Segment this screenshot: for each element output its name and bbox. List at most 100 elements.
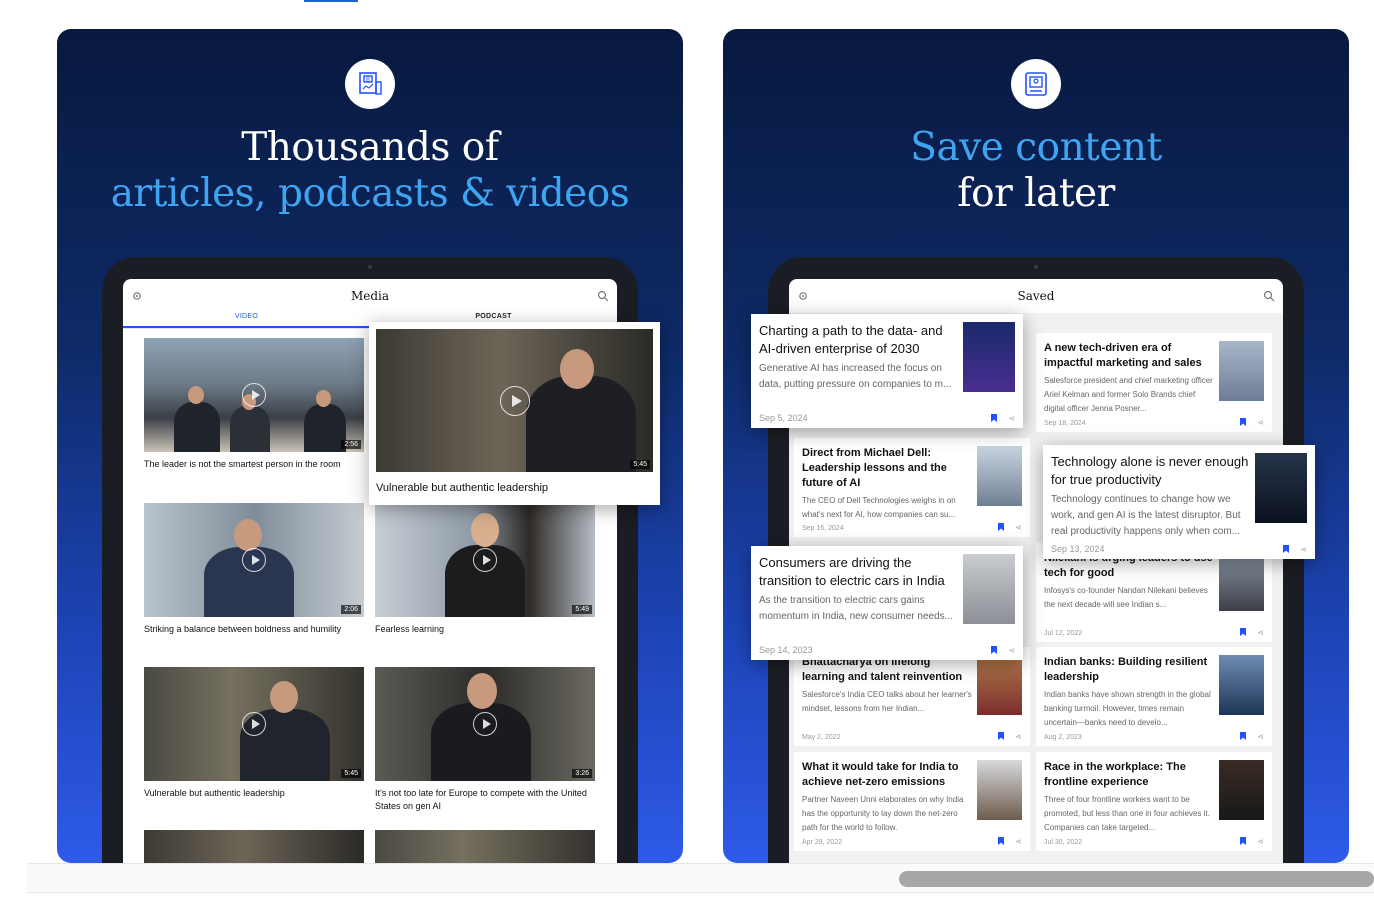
article-date: Apr 29, 2022 (802, 839, 843, 846)
article-description: Salesforce's India CEO talks about her l… (802, 690, 972, 713)
article-title: Indian banks: Building resilient leaders… (1044, 656, 1208, 683)
share-icon[interactable]: ⋖ (1015, 838, 1022, 846)
play-icon[interactable] (242, 548, 266, 572)
share-icon[interactable]: ⋖ (1257, 838, 1264, 846)
share-icon[interactable]: ⋖ (1008, 415, 1015, 423)
bookmark-icon[interactable] (998, 732, 1004, 740)
saved-article-card[interactable]: Race in the workplace: The frontline exp… (1036, 752, 1272, 851)
article-date: Sep 13, 2024 (1051, 544, 1105, 554)
featured-saved-card[interactable]: Technology alone is never enough for tru… (1043, 445, 1315, 559)
saved-badge (1011, 59, 1061, 109)
horizontal-scrollbar-thumb[interactable] (899, 871, 1374, 887)
settings-icon[interactable] (131, 290, 143, 302)
article-date: Jul 30, 2022 (1044, 839, 1083, 846)
article-date: Sep 16, 2024 (802, 525, 844, 532)
saved-article-card[interactable]: Bhattacharya on lifelong learning and ta… (794, 647, 1030, 746)
tab-video[interactable]: VIDEO (123, 313, 370, 328)
video-duration: 3:26 (572, 769, 592, 778)
video-thumbnail[interactable]: 5:45 (144, 667, 364, 781)
video-title: The leader is not the smartest person in… (144, 459, 341, 469)
share-icon[interactable]: ⋖ (1015, 524, 1022, 532)
video-title: Fearless learning (375, 624, 445, 634)
play-icon[interactable] (499, 385, 530, 416)
video-card[interactable] (375, 830, 595, 863)
video-card[interactable]: 3:26 It's not too late for Europe to com… (375, 667, 595, 813)
saved-article-card[interactable]: Direct from Michael Dell: Leadership les… (794, 438, 1030, 537)
video-thumbnail[interactable] (144, 830, 364, 863)
app-header: Media (123, 279, 617, 313)
featured-saved-card[interactable]: Consumers are driving the transition to … (751, 546, 1023, 660)
video-card[interactable]: 2:06 Striking a balance between boldness… (144, 503, 364, 636)
media-library-icon: B (359, 72, 382, 95)
article-description: Salesforce president and chief marketing… (1044, 376, 1213, 413)
video-duration: 5:45 (341, 769, 361, 778)
article-title: What it would take for India to achieve … (802, 761, 959, 788)
article-thumbnail (963, 554, 1015, 624)
share-icon[interactable]: ⋖ (1257, 733, 1264, 741)
bookmark-icon[interactable] (1283, 545, 1289, 553)
video-thumbnail[interactable] (375, 830, 595, 863)
article-date: Jul 12, 2022 (1044, 630, 1083, 637)
saved-article-card[interactable]: Indian banks: Building resilient leaders… (1036, 647, 1272, 746)
play-icon[interactable] (242, 383, 266, 407)
video-duration: 5:49 (572, 605, 592, 614)
video-card[interactable]: 2:56 The leader is not the smartest pers… (144, 338, 364, 471)
headline-line-2: for later (957, 171, 1115, 216)
article-date: Sep 14, 2023 (759, 645, 813, 655)
video-thumbnail[interactable]: 5:49 (375, 503, 595, 617)
video-duration: 2:56 (341, 440, 361, 449)
article-description: As the transition to electric cars gains… (759, 595, 953, 622)
play-icon[interactable] (242, 712, 266, 736)
article-title: Direct from Michael Dell: Leadership les… (802, 447, 947, 489)
video-card[interactable]: 5:45 Vulnerable but authentic leadership (144, 667, 364, 800)
featured-video-card[interactable]: 5:45 Vulnerable but authentic leadership (369, 322, 660, 505)
bookmark-icon[interactable] (1240, 418, 1246, 426)
featured-video-thumbnail[interactable]: 5:45 (376, 329, 653, 472)
bookmark-icon[interactable] (1240, 837, 1246, 845)
settings-icon[interactable] (797, 290, 809, 302)
bookmark-icon[interactable] (998, 523, 1004, 531)
video-card[interactable]: 5:49 Fearless learning (375, 503, 595, 636)
article-description: Infosys's co-founder Nandan Nilekani bel… (1044, 586, 1208, 609)
share-icon[interactable]: ⋖ (1008, 647, 1015, 655)
share-icon[interactable]: ⋖ (1300, 546, 1307, 554)
article-description: Technology continues to change how we wo… (1051, 494, 1241, 537)
featured-saved-card[interactable]: Charting a path to the data- and AI-driv… (751, 314, 1023, 428)
article-date: May 2, 2022 (802, 734, 841, 741)
bookmark-icon[interactable] (998, 837, 1004, 845)
article-title: Technology alone is never enough for tru… (1051, 454, 1249, 487)
article-date: Sep 5, 2024 (759, 413, 808, 423)
search-icon[interactable] (597, 290, 609, 302)
video-thumbnail[interactable]: 2:56 (144, 338, 364, 452)
share-icon[interactable]: ⋖ (1257, 419, 1264, 427)
article-thumbnail (977, 655, 1022, 715)
app-title: Saved (1017, 289, 1055, 303)
media-headline: Thousands of articles, podcasts & videos (57, 125, 683, 217)
saved-article-card[interactable]: A new tech-driven era of impactful marke… (1036, 333, 1272, 432)
article-date: Aug 2, 2023 (1044, 734, 1082, 741)
video-title: It's not too late for Europe to compete … (375, 788, 587, 811)
bookmark-icon[interactable] (1240, 732, 1246, 740)
share-icon[interactable]: ⋖ (1015, 733, 1022, 741)
search-icon[interactable] (1263, 290, 1275, 302)
article-description: Indian banks have shown strength in the … (1044, 690, 1211, 727)
bookmark-icon[interactable] (991, 414, 997, 422)
article-title: A new tech-driven era of impactful marke… (1044, 342, 1202, 369)
article-thumbnail (1255, 453, 1307, 523)
media-badge: B (345, 59, 395, 109)
video-title: Vulnerable but authentic leadership (144, 788, 285, 798)
bookmark-icon[interactable] (1240, 628, 1246, 636)
article-description: The CEO of Dell Technologies weighs in o… (802, 496, 956, 519)
play-icon[interactable] (473, 712, 497, 736)
tablet-camera (1034, 265, 1038, 269)
article-thumbnail (963, 322, 1015, 392)
video-duration: 5:45 (630, 460, 650, 469)
video-thumbnail[interactable]: 2:06 (144, 503, 364, 617)
video-card[interactable] (144, 830, 364, 863)
bookmark-icon[interactable] (991, 646, 997, 654)
share-icon[interactable]: ⋖ (1257, 629, 1264, 637)
play-icon[interactable] (473, 548, 497, 572)
saved-article-card[interactable]: What it would take for India to achieve … (794, 752, 1030, 851)
article-date: Sep 18, 2024 (1044, 420, 1086, 427)
video-thumbnail[interactable]: 3:26 (375, 667, 595, 781)
